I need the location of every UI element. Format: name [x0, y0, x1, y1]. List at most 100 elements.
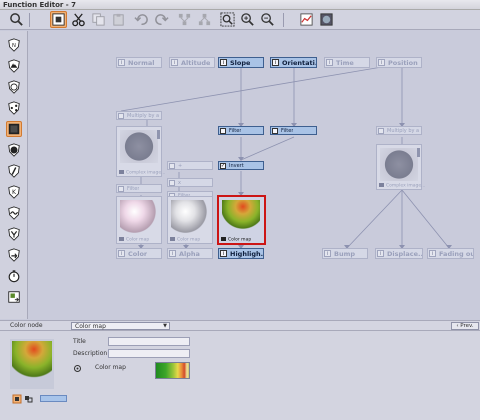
- node-type-value: Color map: [75, 323, 106, 330]
- node-info-icon: i: [272, 59, 279, 66]
- render-icon[interactable]: [318, 11, 335, 28]
- ungroup-icon[interactable]: [196, 11, 213, 28]
- complex-image-preview-left[interactable]: Complex image...: [116, 126, 165, 177]
- color-swatch-icon[interactable]: [6, 121, 22, 137]
- undo-icon[interactable]: [133, 11, 150, 28]
- input-node-orientation[interactable]: i Orientati...: [270, 57, 317, 68]
- search-icon[interactable]: [8, 11, 25, 28]
- description-label: Description: [73, 350, 108, 357]
- node-label: Filter: [127, 185, 140, 192]
- node-info-icon: i: [324, 250, 331, 257]
- wave-icon[interactable]: [6, 205, 22, 221]
- node-info-icon: [169, 162, 175, 169]
- input-node-time[interactable]: i Time: [324, 57, 370, 68]
- input-node-normal[interactable]: i Normal: [116, 57, 162, 68]
- node-info-icon: [118, 112, 124, 119]
- invert-node[interactable]: ✓ Invert: [218, 161, 264, 170]
- output-node-bump[interactable]: i Bump: [322, 248, 368, 259]
- node-label: Fading out: [439, 249, 473, 258]
- output-node-alpha[interactable]: i Alpha: [167, 248, 213, 259]
- node-info-icon: [118, 185, 124, 192]
- complex-image-preview-right[interactable]: Complex image...: [376, 144, 425, 190]
- node-label: Bump: [334, 249, 356, 258]
- zoom-in-icon[interactable]: [239, 11, 256, 28]
- preview-toggle-icon[interactable]: [12, 394, 36, 404]
- filter-node-slope[interactable]: Filter: [218, 126, 264, 135]
- prev-button[interactable]: ‹ Prev.: [451, 322, 479, 330]
- gear-icon[interactable]: [73, 364, 82, 373]
- multiply-node-right[interactable]: Multiply by a co...: [376, 126, 422, 135]
- shield-icon[interactable]: N: [6, 37, 22, 53]
- preview-size-field[interactable]: [40, 395, 67, 402]
- zoom-out-icon[interactable]: [259, 11, 276, 28]
- preview-scrollbar[interactable]: [417, 148, 420, 157]
- node-label: +: [178, 162, 183, 169]
- node-label: x: [178, 179, 181, 186]
- input-node-position[interactable]: i Position: [376, 57, 422, 68]
- mountain-icon[interactable]: [6, 58, 22, 74]
- add-node[interactable]: +: [167, 161, 213, 170]
- node-info-icon: [220, 127, 226, 134]
- noise-sphere-image: [120, 130, 158, 163]
- slash-icon[interactable]: [6, 163, 22, 179]
- share-icon[interactable]: [6, 100, 22, 116]
- color-map-preview-pink[interactable]: Color map: [116, 196, 162, 244]
- circle-icon[interactable]: [6, 142, 22, 158]
- node-info-icon: i: [377, 250, 384, 257]
- colormap-preview-image: [12, 341, 52, 387]
- color-map-preview-grey[interactable]: Color map: [167, 196, 213, 244]
- copy-icon[interactable]: [90, 11, 107, 28]
- description-input[interactable]: [108, 349, 190, 358]
- color-map-preview-selected[interactable]: Color map: [217, 195, 266, 245]
- output-node-displacement[interactable]: i Displace...: [375, 248, 423, 259]
- node-info-icon: ✓: [220, 162, 226, 169]
- main-toolbar: [0, 10, 480, 30]
- group-icon[interactable]: [176, 11, 193, 28]
- multiply-node-mid[interactable]: x: [167, 178, 213, 187]
- timer-icon[interactable]: [6, 268, 22, 284]
- output-node-fading-out[interactable]: i Fading out: [427, 248, 474, 259]
- node-label: Filter: [229, 127, 242, 134]
- multiply-node-left[interactable]: Multiply by a co...: [116, 111, 162, 120]
- node-label: Displace...: [387, 249, 422, 258]
- node-palette-sidebar: N K: [0, 31, 28, 319]
- node-label: Highligh...: [230, 249, 263, 258]
- zoom-region-icon[interactable]: [219, 11, 236, 28]
- node-type-select[interactable]: Color map ▼: [71, 322, 170, 330]
- cut-icon[interactable]: [70, 11, 87, 28]
- node-label: Multiply by a co...: [387, 127, 421, 134]
- merge-icon[interactable]: [6, 226, 22, 242]
- output-node-color[interactable]: i Color: [116, 248, 162, 259]
- node-info-icon: i: [378, 59, 385, 66]
- title-bar: Function Editor - 7: [0, 0, 480, 10]
- pink-sphere-image: [120, 200, 158, 233]
- panel-header-label: Color node: [10, 322, 43, 329]
- node-properties-header: Color node Color map ▼ ‹ Prev.: [0, 320, 480, 331]
- color-map-gradient[interactable]: [155, 362, 190, 379]
- export-icon[interactable]: [6, 289, 22, 305]
- preview-scrollbar[interactable]: [157, 130, 160, 139]
- preview-controls: [12, 394, 36, 404]
- paste-icon[interactable]: [110, 11, 127, 28]
- input-node-slope[interactable]: i Slope: [218, 57, 264, 68]
- node-label: Multiply by a co...: [127, 112, 161, 119]
- title-input[interactable]: [108, 337, 190, 346]
- node-graph-canvas[interactable]: i Normal i Altitude i Slope i Orientati.…: [29, 31, 480, 319]
- redo-icon[interactable]: [153, 11, 170, 28]
- filter-node-orientation[interactable]: Filter: [270, 126, 317, 135]
- node-info-icon: i: [220, 250, 227, 257]
- input-node-altitude[interactable]: i Altitude: [169, 57, 215, 68]
- node-info-icon: i: [326, 59, 333, 66]
- preview-caption: Color map: [119, 237, 149, 242]
- colormap-sphere-image: [222, 200, 260, 233]
- color-map-label: Color map: [95, 364, 126, 371]
- preview-caption: Color map: [170, 237, 200, 242]
- filter-node-left[interactable]: Filter: [116, 184, 162, 193]
- output-node-highlight[interactable]: i Highligh...: [218, 248, 264, 259]
- preview-caption: Complex image...: [119, 170, 165, 175]
- globe-icon[interactable]: [6, 79, 22, 95]
- tool-icon[interactable]: K: [6, 184, 22, 200]
- redirect-icon[interactable]: [6, 247, 22, 263]
- chart-icon[interactable]: [298, 11, 315, 28]
- inspect-icon[interactable]: [50, 11, 67, 28]
